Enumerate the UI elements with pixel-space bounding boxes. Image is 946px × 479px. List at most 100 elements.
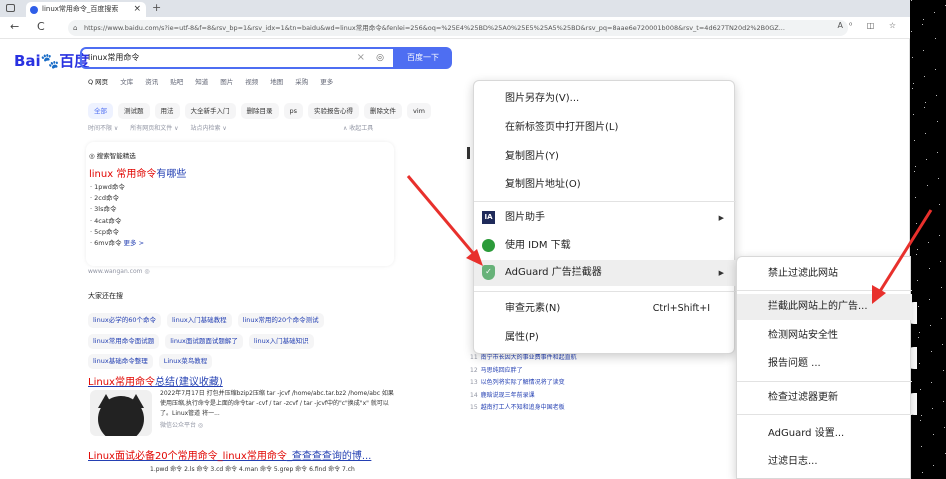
cat-avatar-icon: [98, 396, 144, 436]
tab-title: linux常用命令_百度搜索: [42, 5, 119, 13]
hot-search-item[interactable]: 12 马思纯回应胖了: [470, 365, 523, 374]
menu-item-image-helper[interactable]: IA 图片助手 ▶: [474, 205, 736, 231]
list-item[interactable]: · 4cat命令: [90, 216, 144, 227]
star-dot: [920, 389, 921, 390]
related-search-chip[interactable]: linux入门基础教程: [166, 313, 232, 328]
clear-icon[interactable]: ×: [357, 49, 365, 67]
baidu-logo[interactable]: Bai🐾百度: [14, 50, 89, 71]
star-dot: [938, 178, 939, 179]
submenu-item-check-security[interactable]: 检测网站安全性: [737, 323, 912, 349]
filter-chip[interactable]: 实验报告心得: [308, 103, 360, 119]
tab-category[interactable]: 地图: [270, 76, 283, 86]
search-query: linux常用命令: [88, 53, 140, 62]
menu-item-label: 复制图片(Y): [505, 151, 559, 162]
menu-item-copy-image-link[interactable]: 复制图片地址(O): [474, 172, 736, 198]
screenshot-root: linux常用命令_百度搜索 × + ← C ⌂ https://www.bai…: [0, 0, 946, 479]
submenu-item-filter-log[interactable]: 过滤日志...: [737, 449, 912, 475]
filter-chip[interactable]: 用法: [154, 103, 180, 119]
result-snippet-2: 1.pwd 命令 2.ls 命令 3.cd 命令 4.man 命令 5.grep…: [150, 466, 355, 473]
list-item[interactable]: · 1pwd命令: [90, 182, 144, 193]
search-input[interactable]: linux常用命令 × ◎: [80, 47, 395, 69]
hot-search-item[interactable]: 13 以色列将实际了解情况将了读变: [470, 377, 565, 386]
result-title-1[interactable]: Linux常用命令总结(建议收藏): [88, 373, 223, 388]
related-search-chip[interactable]: linux必学的60个命令: [88, 313, 161, 328]
camera-icon[interactable]: ◎: [376, 49, 384, 67]
star-dot: [915, 166, 916, 167]
star-dot: [930, 325, 931, 326]
filter-chip[interactable]: 删除文件: [364, 103, 403, 119]
filter-chip[interactable]: 删除目录: [240, 103, 279, 119]
list-item[interactable]: · 2cd命令: [90, 193, 144, 204]
smart-answer-card: ◎ 搜索智能精选 linux 常用命令有哪些 · 1pwd命令 · 2cd命令 …: [86, 142, 394, 266]
filter-chip[interactable]: 全部: [88, 103, 113, 119]
toolbar-icons[interactable]: A⁰ ◫ ☆: [838, 21, 903, 30]
filter-chip[interactable]: 大全新手入门: [184, 103, 236, 119]
star-dot: [943, 401, 944, 402]
tab-category[interactable]: 文库: [120, 76, 133, 86]
card-title[interactable]: linux 常用命令有哪些: [89, 165, 186, 180]
menu-item-copy-image[interactable]: 复制图片(Y): [474, 144, 736, 170]
tab-category[interactable]: 贴吧: [170, 76, 183, 86]
tab-category[interactable]: 更多: [320, 76, 333, 86]
star-dot: [943, 370, 944, 371]
tab-category[interactable]: Q 网页: [88, 76, 108, 86]
related-search-chip[interactable]: linux常用命令面试题: [88, 334, 160, 349]
menu-separator: [474, 291, 736, 292]
tab-baidu-search[interactable]: linux常用命令_百度搜索 ×: [26, 2, 146, 17]
menu-item-label: 图片助手: [505, 212, 545, 223]
star-dot: [924, 76, 925, 77]
hot-search-item[interactable]: 15 越南打工人不知和追身中国老板: [470, 402, 565, 411]
menu-item-idm-download[interactable]: 使用 IDM 下载: [474, 233, 736, 259]
hot-title: 以色列将实际了解情况将了读变: [480, 379, 565, 386]
tab-category[interactable]: 知道: [195, 76, 208, 86]
window-menu-icon[interactable]: [6, 4, 15, 12]
new-tab-button[interactable]: +: [152, 1, 161, 14]
site-filter[interactable]: 站点内检索 ∨: [190, 125, 226, 132]
related-search-chip[interactable]: linux基础命令整理: [88, 354, 153, 369]
reload-button[interactable]: C: [37, 20, 45, 33]
tab-close-icon[interactable]: ×: [133, 2, 141, 17]
related-search-chip[interactable]: Linux菜鸟教程: [158, 354, 213, 369]
related-search-chip[interactable]: linux入门基础知识: [248, 334, 314, 349]
hot-search-item[interactable]: 14 鹿晗说现三年前录课: [470, 390, 535, 399]
list-item[interactable]: · 3ls命令: [90, 204, 144, 215]
card-source[interactable]: www.wangan.com ◎: [88, 268, 150, 275]
menu-item-save-image[interactable]: 图片另存为(V)...: [474, 86, 736, 112]
tab-category[interactable]: 采购: [295, 76, 308, 86]
file-type-filter[interactable]: 所有网页和文件 ∨: [130, 125, 178, 132]
submenu-item-disable-filtering[interactable]: 禁止过滤此网站: [737, 261, 912, 287]
back-button[interactable]: ←: [10, 20, 19, 33]
more-link[interactable]: 更多 >: [124, 239, 145, 247]
menu-item-adguard[interactable]: ✓ AdGuard 广告拦截器 ▶: [474, 260, 736, 286]
search-button[interactable]: 百度一下: [394, 47, 452, 69]
submenu-item-block-ads[interactable]: 拦截此网站上的广告...: [737, 294, 912, 320]
tab-category[interactable]: 视频: [245, 76, 258, 86]
menu-item-label: 属性(P): [505, 332, 539, 343]
menu-item-properties[interactable]: 属性(P): [474, 325, 736, 351]
filter-chip[interactable]: 测试题: [118, 103, 150, 119]
submenu-item-settings[interactable]: AdGuard 设置...: [737, 421, 912, 447]
result-title-2[interactable]: Linux面试必备20个常用命令_linux常用命令_查查查查询的博...: [88, 447, 371, 462]
filter-chip[interactable]: vim: [407, 103, 431, 119]
filter-chip[interactable]: ps: [283, 103, 304, 119]
time-filter[interactable]: 时间不限 ∨: [88, 125, 118, 132]
collapse-tools[interactable]: ∧ 收起工具: [343, 123, 373, 132]
menu-item-open-image-tab[interactable]: 在新标签页中打开图片(L): [474, 115, 736, 141]
related-search-chip[interactable]: linux常用的20个命令测试: [237, 313, 324, 328]
star-dot: [923, 50, 924, 51]
submenu-item-check-updates[interactable]: 检查过滤器更新: [737, 385, 912, 411]
result-source-1[interactable]: 微信公众平台 ◎: [160, 420, 203, 429]
list-item[interactable]: · 6mv命令 更多 >: [90, 238, 144, 249]
related-search-chip[interactable]: linux面试题面试题解了: [165, 334, 243, 349]
star-dot: [927, 216, 928, 217]
result-thumbnail[interactable]: [90, 390, 152, 436]
menu-item-inspect[interactable]: 审查元素(N) Ctrl+Shift+I: [474, 296, 736, 322]
star-dot: [940, 261, 941, 262]
card-label: ◎ 搜索智能精选: [89, 152, 136, 160]
submenu-item-report-issue[interactable]: 报告问题 ...: [737, 351, 912, 377]
list-item[interactable]: · 5cp命令: [90, 227, 144, 238]
tab-category[interactable]: 资讯: [145, 76, 158, 86]
tab-category[interactable]: 图片: [220, 76, 233, 86]
star-dot: [912, 88, 913, 89]
address-bar[interactable]: ⌂ https://www.baidu.com/s?ie=utf-8&f=8&r…: [68, 20, 848, 36]
